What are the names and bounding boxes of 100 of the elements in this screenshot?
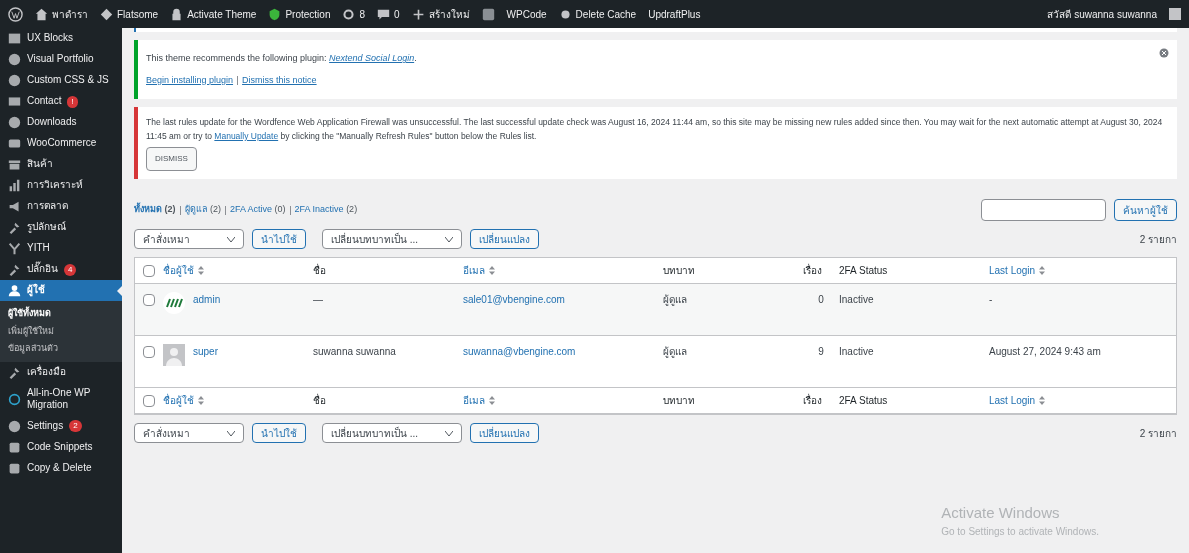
sidebar-label: การตลาด xyxy=(27,200,68,213)
admin-bar-link[interactable]: Protection xyxy=(285,6,331,22)
sidebar-item[interactable]: Downloads xyxy=(0,112,122,133)
sidebar-label: WooCommerce xyxy=(27,137,97,150)
column-header[interactable]: อีเมล xyxy=(463,263,663,278)
count-badge: 2 xyxy=(69,420,82,432)
column-header[interactable]: ชื่อผู้ใช้ xyxy=(163,263,313,278)
sidebar-item[interactable]: Contact ! xyxy=(0,91,122,112)
sidebar-item[interactable]: YITH xyxy=(0,238,122,259)
table-cell-text: 0 xyxy=(817,293,825,307)
greeting-link[interactable]: สวัสดี suwanna suwanna xyxy=(1047,6,1157,22)
admin-bar-link[interactable]: สร้างใหม่ xyxy=(428,6,470,22)
sidebar-label: Copy & Delete xyxy=(27,461,92,475)
admin-bar-link[interactable]: Flatsome xyxy=(117,6,159,22)
admin-bar-link[interactable]: UpdraftPlus xyxy=(648,6,701,22)
item-count: 2 รายกา xyxy=(1139,232,1177,247)
filter-link[interactable]: 2FA Active (0) xyxy=(230,203,286,217)
manual-update-link[interactable]: Manually Update xyxy=(214,131,279,141)
table-cell-text: — xyxy=(313,293,324,307)
table-cell-text: August 27, 2024 9:43 am xyxy=(989,345,1102,359)
filter-link[interactable]: ทั้งหมด (2) xyxy=(134,203,176,217)
table-cell-text: Inactive xyxy=(839,345,875,359)
table-cell-text: ผู้ดูแล xyxy=(663,293,688,307)
notice-action-link[interactable]: Begin installing plugin xyxy=(146,73,234,87)
column-header: บทบาท xyxy=(663,394,696,408)
submenu-item[interactable]: ข้อมูลส่วนตัว xyxy=(0,340,122,358)
count-badge: 4 xyxy=(64,263,77,276)
sidebar-item[interactable]: Copy & Delete xyxy=(0,457,122,479)
dismiss-button[interactable]: DISMISS xyxy=(146,147,197,171)
sidebar-item[interactable]: Code Snippets xyxy=(0,436,122,458)
sidebar-item[interactable]: Custom CSS & JS xyxy=(0,70,122,91)
column-header: บทบาท xyxy=(663,264,696,278)
column-header[interactable]: อีเมล xyxy=(463,393,663,408)
column-header: 2FA Status xyxy=(839,394,889,408)
sidebar-label: Downloads xyxy=(27,116,77,129)
search-users-button[interactable]: ค้นหาผู้ใช้ xyxy=(1114,199,1177,221)
activation-title: Activate Windows xyxy=(941,502,1061,523)
sidebar-item[interactable]: รูปลักษณ์ xyxy=(0,217,122,238)
sidebar-label: Custom CSS & JS xyxy=(27,74,109,87)
sidebar-item[interactable]: การตลาด xyxy=(0,196,122,217)
sidebar-label: รูปลักษณ์ xyxy=(27,221,66,234)
table-cell-text: 9 xyxy=(817,345,825,359)
username-link[interactable]: super xyxy=(193,344,218,359)
sidebar-label: ปลั๊กอิน xyxy=(27,263,58,276)
role-select[interactable]: เปลี่ยนบทบาทเป็น ... xyxy=(322,229,462,249)
notice-action-link[interactable]: Dismiss this notice xyxy=(242,73,317,87)
sidebar-item[interactable]: สินค้า xyxy=(0,154,122,175)
email-link[interactable]: suwanna@vbengine.com xyxy=(463,344,663,359)
filter-link[interactable]: ผู้ดูแล (2) xyxy=(184,203,222,217)
column-header: ชื่อ xyxy=(313,393,327,408)
sidebar-item[interactable]: UX Blocks xyxy=(0,28,122,49)
column-header: เรื่อง xyxy=(803,263,823,278)
column-header: เรื่อง xyxy=(803,393,823,408)
column-header[interactable]: ชื่อผู้ใช้ xyxy=(163,393,313,408)
table-cell-text: suwanna suwanna xyxy=(313,345,397,359)
sidebar-item[interactable]: WooCommerce xyxy=(0,133,122,154)
notice-text: This theme recommends the following plugin: Nextend Social Login. xyxy=(146,52,418,65)
sidebar-label: Visual Portfolio xyxy=(27,53,94,66)
apply-button[interactable]: นำไปใช้ xyxy=(252,229,306,249)
admin-bar-link[interactable]: Delete Cache xyxy=(575,6,637,22)
email-link[interactable]: sale01@vbengine.com xyxy=(463,292,663,307)
filter-link[interactable]: 2FA Inactive (2) xyxy=(294,203,358,217)
sidebar-item[interactable]: Visual Portfolio xyxy=(0,49,122,70)
count-badge: ! xyxy=(67,95,78,108)
sidebar-label: Settings xyxy=(27,419,64,433)
sidebar-item[interactable]: All-in-One WP Migration xyxy=(0,382,122,416)
submenu-item[interactable]: เพิ่มผู้ใช้ใหม่ xyxy=(0,322,122,340)
role-select[interactable]: เปลี่ยนบทบาทเป็น ... xyxy=(322,423,462,443)
sidebar-label: All-in-One WP Migration xyxy=(27,386,92,412)
bulk-action-select[interactable]: คำสั่งเหมา xyxy=(134,423,244,443)
sidebar-item[interactable]: เครื่องมือ xyxy=(0,361,122,383)
admin-bar-link[interactable]: WPCode xyxy=(506,6,547,22)
sidebar-item[interactable]: ปลั๊กอิน 4 xyxy=(0,259,122,280)
item-count: 2 รายกา xyxy=(1139,426,1177,441)
sidebar-label: การวิเคราะห์ xyxy=(27,179,83,192)
apply-button[interactable]: นำไปใช้ xyxy=(252,423,306,443)
admin-bar-link[interactable]: 8 xyxy=(359,6,365,22)
site-name-link[interactable]: พาดำรา xyxy=(52,6,88,22)
change-button[interactable]: เปลี่ยนแปลง xyxy=(470,229,539,249)
sidebar-label: Contact xyxy=(27,95,62,108)
column-header: ชื่อ xyxy=(313,263,327,278)
sidebar-label: UX Blocks xyxy=(27,32,74,45)
sidebar-item[interactable]: Settings 2 xyxy=(0,415,122,437)
column-header[interactable]: Last Login xyxy=(989,393,1176,408)
admin-bar-link[interactable]: Activate Theme xyxy=(187,6,257,22)
submenu-item[interactable]: ผู้ใช้ทั้งหมด xyxy=(0,305,122,323)
notice-text: The last rules update for the Wordfence Web Application Firewall was unsuccessful. The last successful update check was August 16, 2024 11:44 am, so this site may be missing new rules added since then. You may wait for the next automatic attempt at August 30, 2024 11:45 am or try to Manually Update by clicking the "Manually Refresh Rules" button below the Rules list. xyxy=(146,116,1164,143)
sidebar-label: YITH xyxy=(27,242,50,255)
column-header: 2FA Status xyxy=(839,264,889,278)
column-header[interactable]: Last Login xyxy=(989,263,1176,278)
admin-bar-link[interactable]: 0 xyxy=(394,6,400,22)
bulk-action-select[interactable]: คำสั่งเหมา xyxy=(134,229,244,249)
table-cell-text: Inactive xyxy=(839,293,875,307)
activation-subtitle: Go to Settings to activate Windows. xyxy=(941,525,1099,539)
sidebar-item[interactable]: การวิเคราะห์ xyxy=(0,175,122,196)
sidebar-label: ผู้ใช้ xyxy=(27,284,45,297)
sidebar-item[interactable]: ผู้ใช้ xyxy=(0,280,122,301)
change-button[interactable]: เปลี่ยนแปลง xyxy=(470,423,539,443)
sidebar-label: สินค้า xyxy=(27,158,53,171)
username-link[interactable]: admin xyxy=(193,292,221,307)
